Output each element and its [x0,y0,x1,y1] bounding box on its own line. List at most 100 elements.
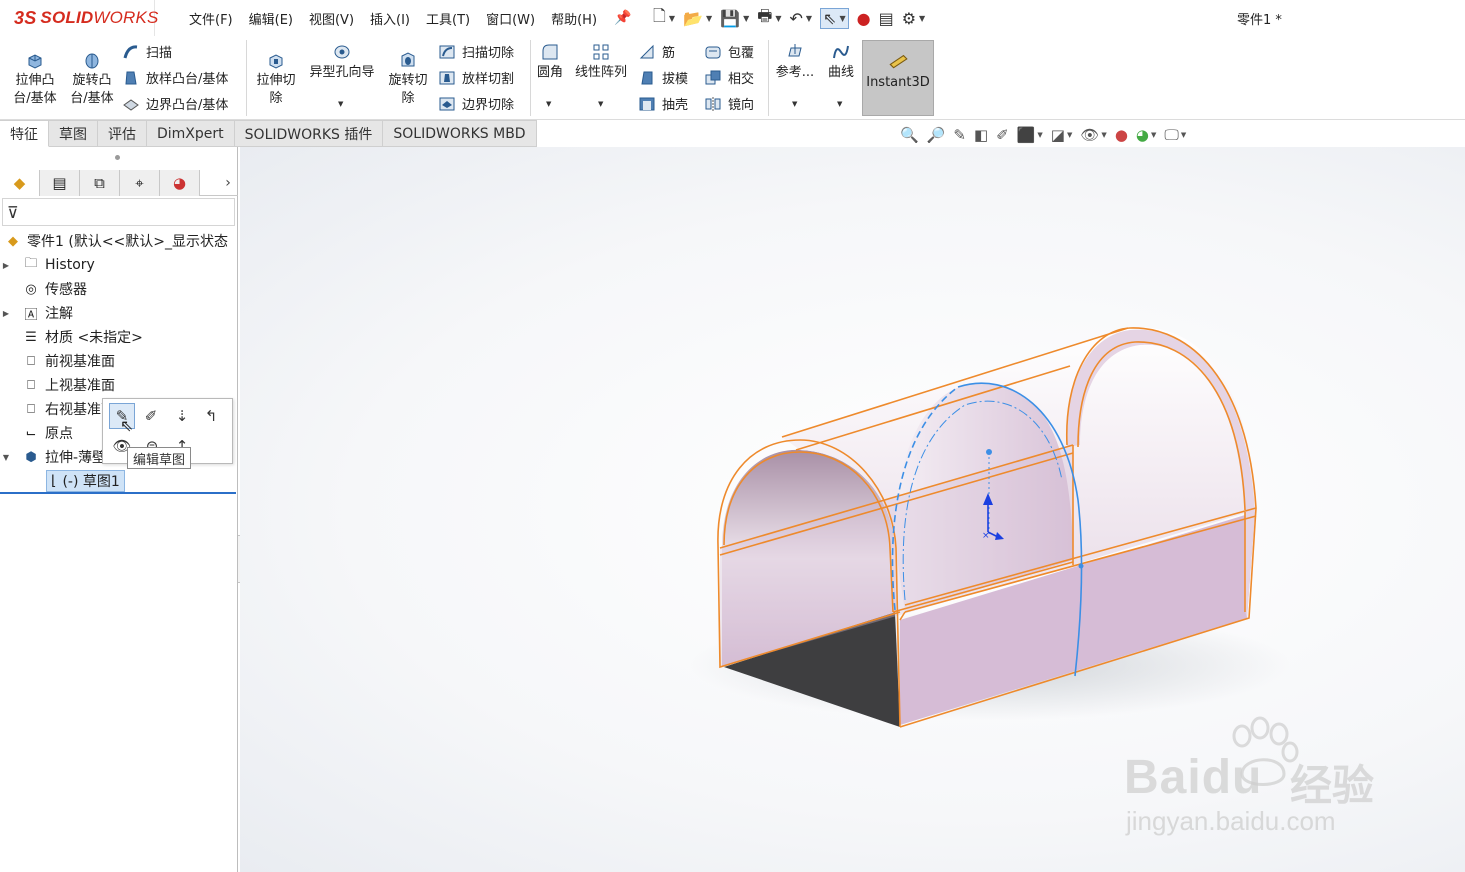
chevron-down-icon[interactable]: ▼ [837,100,842,108]
revolve-boss-button[interactable]: 旋转凸 台/基体 [64,50,120,108]
tab-display-manager[interactable]: ◕ [160,170,200,196]
previous-view-button[interactable]: ✎ [953,126,966,144]
previous-view-icon: ✎ [953,126,966,144]
part-model[interactable]: × [240,147,1465,872]
zoom-to-area-button[interactable]: 🔎 [927,126,946,144]
tab-dimxpert[interactable]: DimXpert [147,120,235,147]
dynamic-annotation-button[interactable]: ✐ [996,126,1009,144]
select-button[interactable]: ⇖ ▼ [820,7,849,29]
rebuild-button[interactable]: ● [857,9,871,28]
extrude-boss-button[interactable]: 拉伸凸 台/基体 [6,50,64,108]
file-properties-button[interactable]: ▤ [879,9,894,28]
tab-addins[interactable]: SOLIDWORKS 插件 [234,120,384,147]
chevron-down-icon[interactable]: ▼ [598,100,603,108]
wrap-button[interactable]: 包覆 [704,42,754,61]
collapse-arrow-icon[interactable]: ▼ [0,453,12,462]
instant3d-label: Instant3D [866,75,930,90]
tab-evaluate[interactable]: 评估 [98,120,147,147]
undo-button[interactable]: ↶ ▼ [789,9,812,28]
menu-insert[interactable]: 插入(I) [362,9,418,28]
panel-grip[interactable] [115,155,120,160]
chevron-down-icon[interactable]: ▼ [546,100,551,108]
tab-mbd[interactable]: SOLIDWORKS MBD [383,120,537,147]
tab-configuration-manager[interactable]: ⧉ [80,170,120,196]
menu-window[interactable]: 窗口(W) [478,9,543,28]
rib-button[interactable]: 筋 [638,42,675,61]
edit-feature-button[interactable]: ✐ [138,403,164,429]
revolve-cut-button[interactable]: 旋转切 除 [382,50,434,108]
tree-item-sensors[interactable]: ◎ 传感器 [0,277,238,301]
pin-icon[interactable]: 📌 [611,10,635,26]
expand-arrow-icon[interactable]: ▶ [0,309,12,318]
zoom-to-fit-button[interactable]: 🔍 [900,126,919,144]
swept-cut-button[interactable]: 扫描切除 [438,42,514,61]
revolve-boss-label: 旋转凸 台/基体 [70,73,114,106]
feature-filter[interactable]: ⊽ [2,198,235,226]
view-settings-button[interactable]: 🖵 ▼ [1164,126,1186,144]
expand-arrow-icon[interactable]: ▶ [0,261,12,270]
zoom-to-fit-icon: 🔍 [900,126,919,144]
hide-show-items-button[interactable]: 👁 ▼ [1080,126,1106,144]
parent-child-button[interactable]: ↰ [198,403,224,429]
solidworks-logo[interactable]: 3S SOLID WORKS [0,0,158,36]
tab-feature-manager[interactable]: ◆ [0,170,40,196]
reference-geometry-button[interactable]: 参考... [772,42,818,82]
curves-button[interactable]: 曲线 [822,42,860,82]
save-button[interactable]: 💾 ▼ [720,9,749,28]
chevron-down-icon[interactable]: ▼ [792,100,797,108]
section-view-button[interactable]: ◧ [974,126,988,144]
curves-label: 曲线 [827,65,854,80]
menu-tools[interactable]: 工具(T) [418,9,478,28]
display-style-button[interactable]: ◪ ▼ [1051,126,1073,144]
print-button[interactable]: 🖶 ▼ [757,5,781,32]
tree-item-sketch1[interactable]: ⌊ (-) 草图1 [0,469,238,493]
chevron-down-icon[interactable]: ▼ [338,100,343,108]
tab-features[interactable]: 特征 [0,120,49,147]
chevron-down-icon: ▼ [668,13,676,23]
menu-help[interactable]: 帮助(H) [543,9,605,28]
new-document-button[interactable]: 🗋 ▼ [653,5,675,32]
intersect-button[interactable]: 相交 [704,68,754,87]
tab-property-manager[interactable]: ▤ [40,170,80,196]
tab-sketch[interactable]: 草图 [49,120,98,147]
brand-solid: SOLID [40,8,94,27]
menu-file[interactable]: 文件(F) [181,9,241,28]
boundary-cut-button[interactable]: 边界切除 [438,94,514,113]
instant3d-button[interactable]: Instant3D [862,40,934,116]
tree-item-annotations[interactable]: ▶ 🄰 注解 [0,301,238,325]
boundary-boss-button[interactable]: 边界凸台/基体 [122,94,228,113]
menu-edit[interactable]: 编辑(E) [241,9,301,28]
draft-icon [641,71,653,84]
watermark-brand: Baidu [1124,750,1262,805]
lofted-cut-label: 放样切割 [462,72,515,87]
rollback-bar[interactable] [0,492,236,494]
chevron-right-icon[interactable]: › [218,170,238,195]
tree-item-front-plane[interactable]: ⎕ 前视基准面 [0,349,238,373]
fillet-button[interactable]: 圆角 [532,42,568,82]
graphics-area[interactable]: × [240,147,1465,872]
open-button[interactable]: 📂 ▼ [683,9,712,28]
hole-wizard-button[interactable]: 异型孔向导 [304,42,380,82]
tree-item-top-plane[interactable]: ⎕ 上视基准面 [0,373,238,397]
apply-scene-button[interactable]: ◕ ▼ [1136,126,1156,144]
linear-pattern-button[interactable]: 线性阵列 [570,42,632,82]
extrude-cut-button[interactable]: 拉伸切 除 [250,50,302,108]
draft-button[interactable]: 拔模 [638,68,688,87]
mirror-button[interactable]: 镜向 [704,94,754,113]
tree-root-label: 零件1 (默认<<默认>_显示状态 [27,234,229,250]
view-orientation-button[interactable]: ⬛ ▼ [1017,126,1043,144]
loft-boss-button[interactable]: 放样凸台/基体 [122,68,228,87]
edit-appearance-button[interactable]: ● [1115,126,1128,144]
shell-button[interactable]: 抽壳 [638,94,688,113]
lofted-cut-button[interactable]: 放样切割 [438,68,514,87]
curves-icon [833,45,849,59]
print-icon: 🖶 [757,5,773,25]
sweep-button[interactable]: 扫描 [122,42,172,61]
tree-root-part[interactable]: ◆ 零件1 (默认<<默认>_显示状态 [0,229,238,253]
options-button[interactable]: ⚙ ▼ [902,9,926,28]
tree-item-history[interactable]: ▶ 🗀 History [0,253,238,277]
menu-view[interactable]: 视图(V) [301,9,362,28]
tree-item-material[interactable]: ☰ 材质 <未指定> [0,325,238,349]
tab-dimxpert-manager[interactable]: ⌖ [120,170,160,196]
rollback-button[interactable]: ⇣ [169,403,195,429]
